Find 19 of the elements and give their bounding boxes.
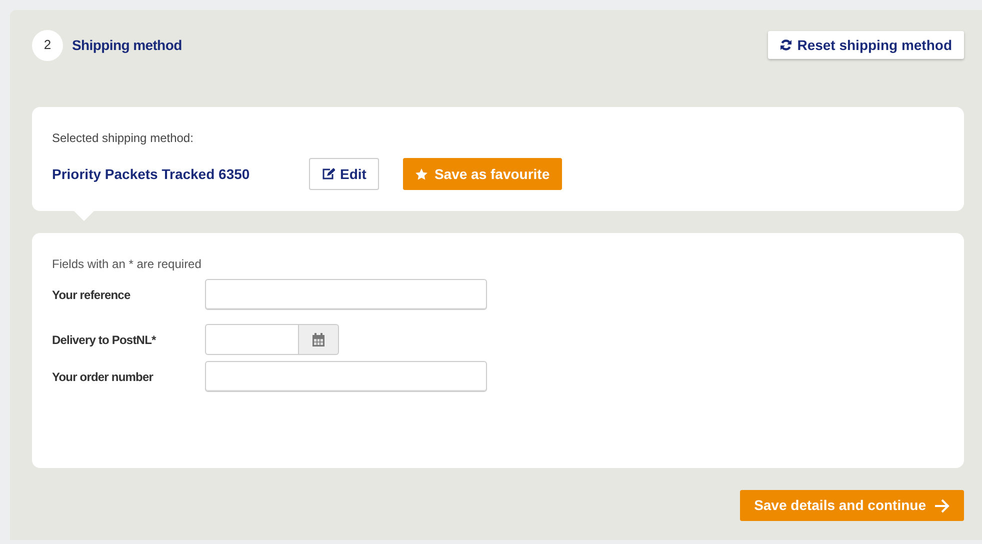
selected-method-label: Selected shipping method: [52,130,194,147]
edit-icon [322,168,335,180]
calendar-icon [312,332,325,346]
refresh-icon [780,39,792,51]
required-note: Fields with an * are required [52,256,202,273]
input-field[interactable] [205,361,487,392]
step-number: 2 [32,30,63,60]
field-label: Delivery to PostNL* [52,332,157,348]
method-name: Priority Packets Tracked 6350 [52,164,251,184]
date-field[interactable] [205,324,299,355]
field-label: Your reference [52,286,132,304]
field-label: Your order number [52,368,154,386]
reset-button[interactable]: Reset shipping method [768,31,964,59]
star-icon [415,168,428,180]
step-title: Shipping method [72,36,182,55]
edit-button[interactable]: Edit [309,158,380,190]
arrow-right-icon [934,498,950,512]
calendar-button[interactable] [299,324,339,355]
input-field[interactable] [205,279,487,310]
